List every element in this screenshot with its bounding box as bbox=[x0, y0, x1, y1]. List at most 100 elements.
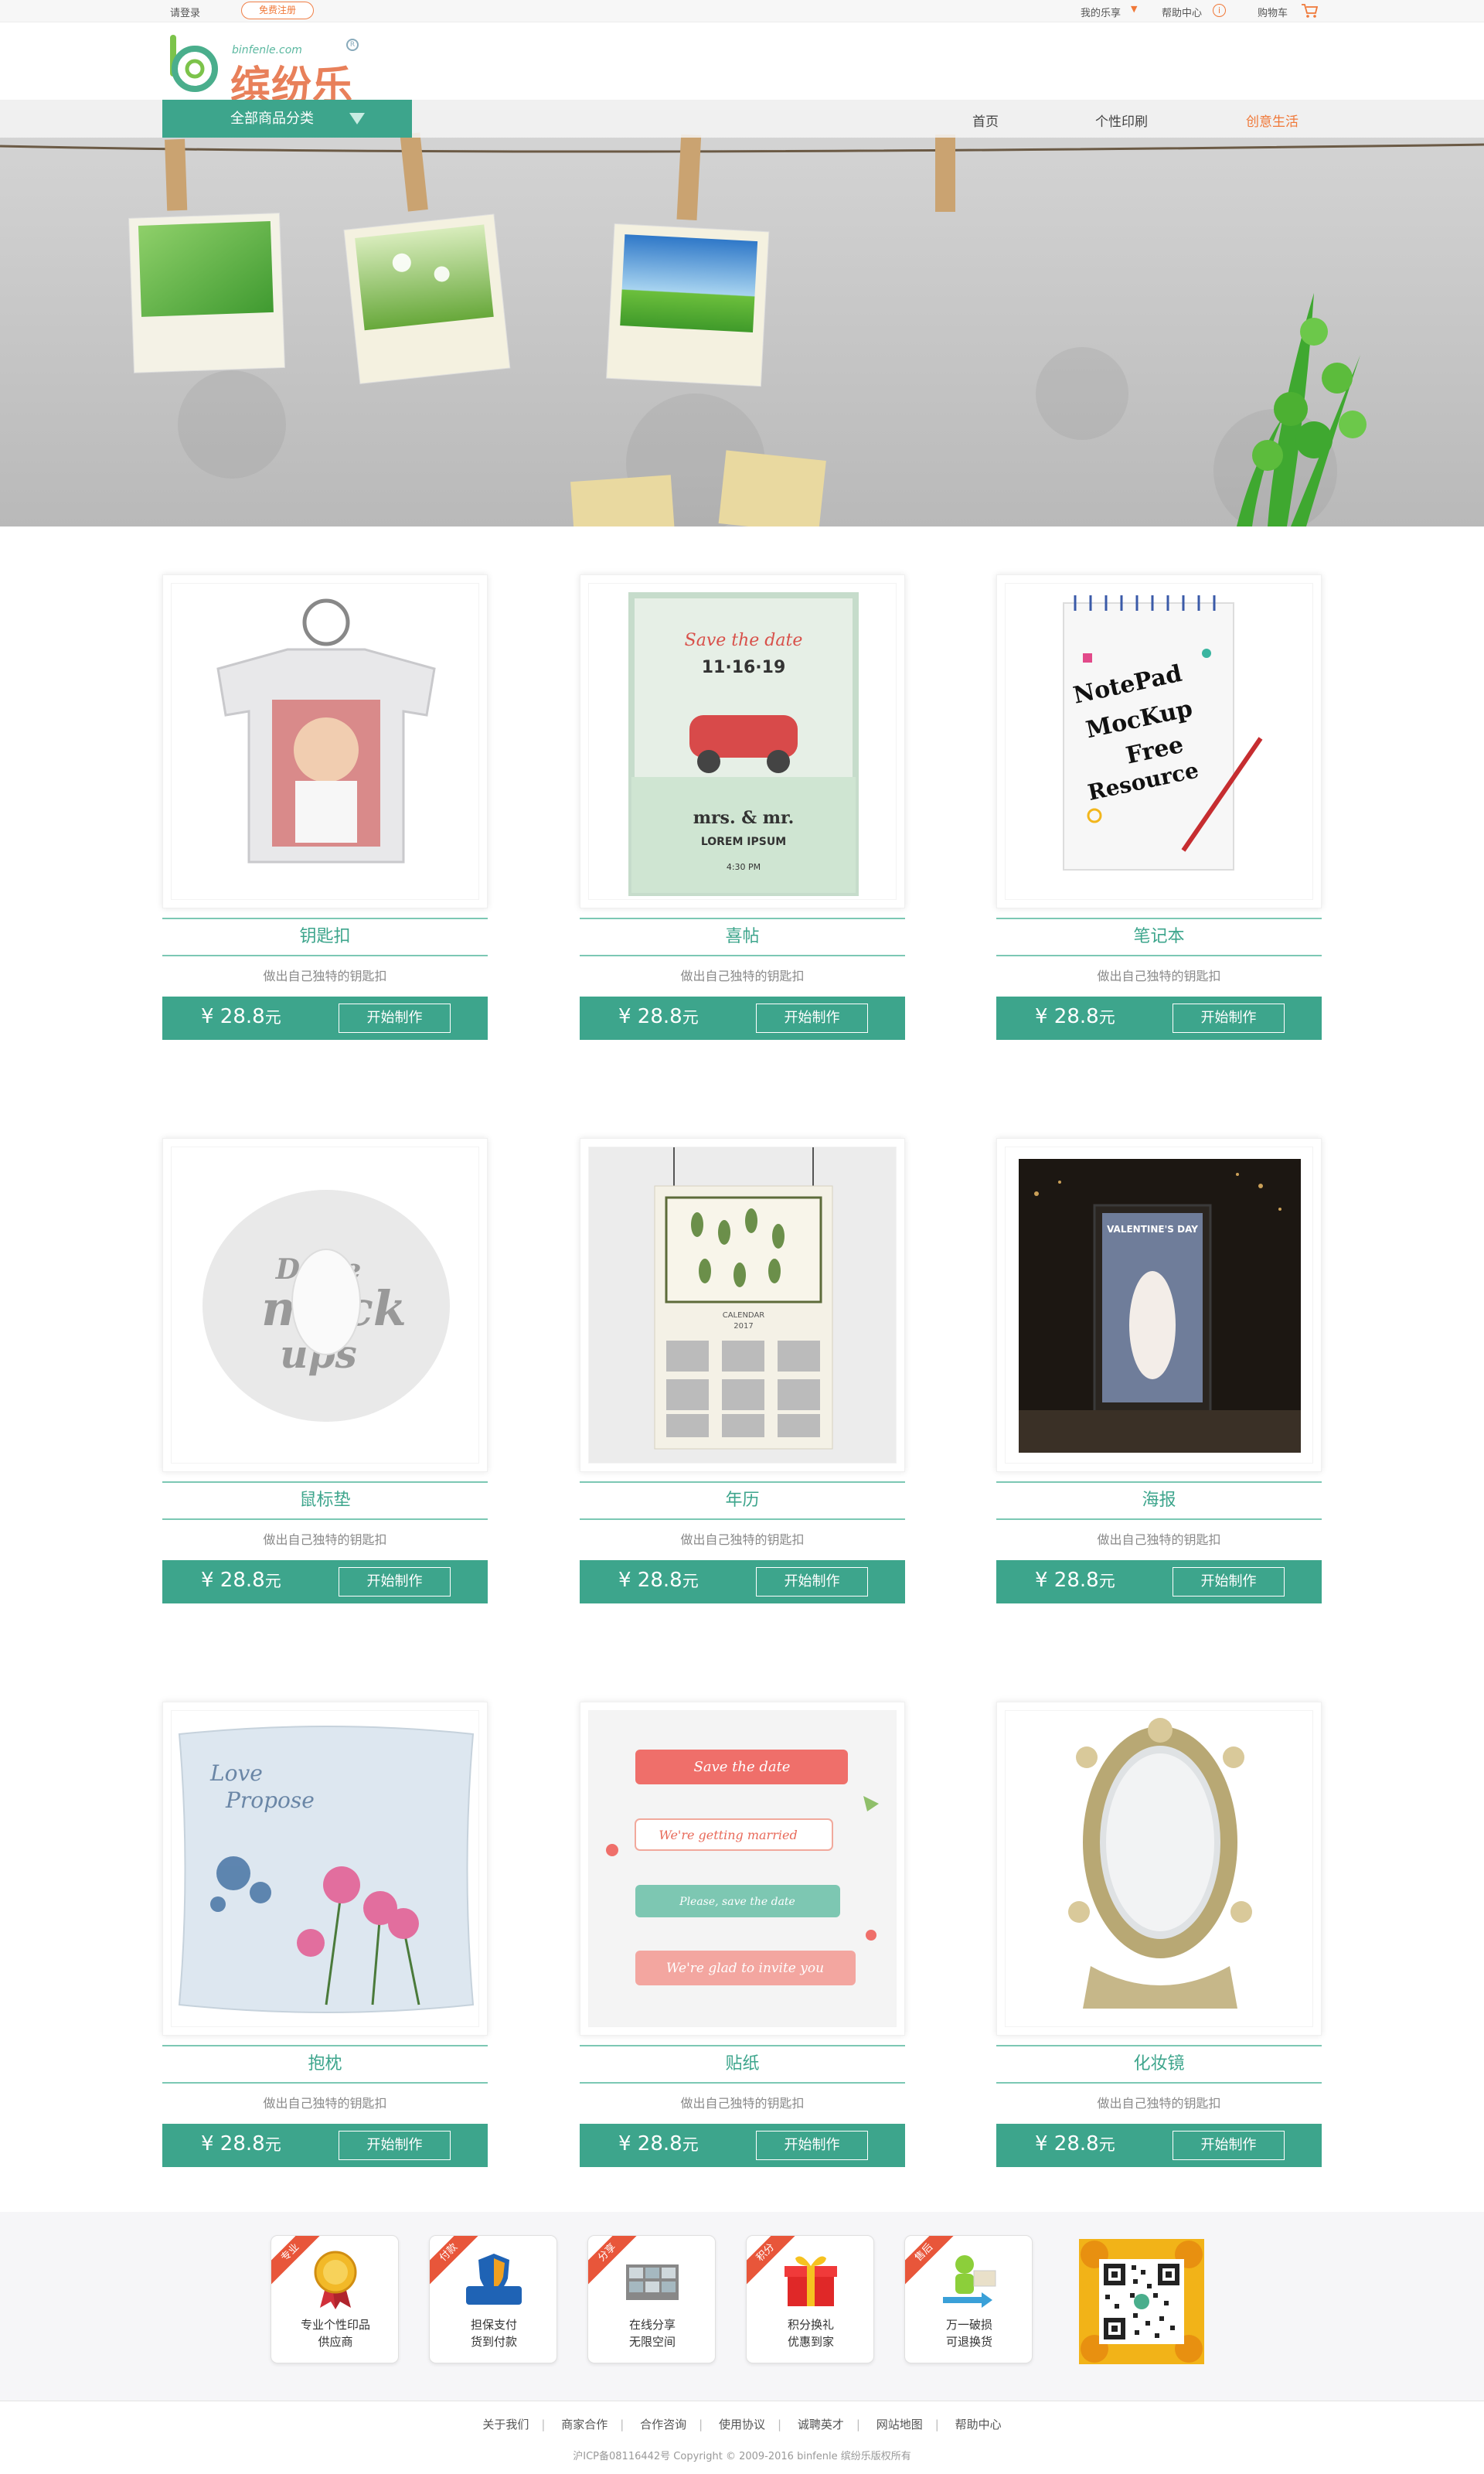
product-price: ¥ 28.8元 bbox=[618, 1005, 699, 1028]
mirror-image bbox=[1068, 1718, 1252, 2009]
product-desc: 做出自己独特的钥匙扣 bbox=[680, 1532, 805, 1547]
footer-link-careers[interactable]: 诚聘英才 bbox=[798, 2418, 844, 2431]
category-menu-button[interactable]: 全部商品分类 bbox=[162, 100, 412, 138]
help-center-link[interactable]: 帮助中心 bbox=[1162, 5, 1202, 19]
product-desc: 做出自己独特的钥匙扣 bbox=[1097, 969, 1221, 983]
login-link[interactable]: 请登录 bbox=[170, 5, 200, 19]
hero-illustration bbox=[0, 100, 1484, 526]
product-grid: 钥匙扣 做出自己独特的钥匙扣 ¥ 28.8元 开始制作 Save the dat… bbox=[0, 526, 1484, 2212]
start-making-button[interactable]: 开始制作 bbox=[1173, 1004, 1285, 1033]
start-making-button[interactable]: 开始制作 bbox=[756, 1004, 868, 1033]
feature-line1: 在线分享 bbox=[628, 2318, 676, 2332]
start-making-button[interactable]: 开始制作 bbox=[756, 2131, 868, 2160]
cart-icon[interactable] bbox=[1301, 3, 1318, 19]
notebook-image: NotePad MocKup Free Resource bbox=[1063, 595, 1263, 871]
main-nav: 全部商品分类 首页 个性印刷 创意生活 bbox=[0, 100, 1484, 138]
footer-separator: | bbox=[699, 2418, 703, 2431]
product-image-frame[interactable] bbox=[162, 574, 488, 908]
product-image-frame[interactable]: Love Propose bbox=[162, 1702, 488, 2036]
nav-creative-life[interactable]: 创意生活 bbox=[1246, 111, 1298, 130]
feature-payment[interactable]: 付款 担保支付 货到付款 bbox=[429, 2235, 557, 2363]
product-price: ¥ 28.8元 bbox=[201, 2132, 281, 2155]
product-desc: 做出自己独特的钥匙扣 bbox=[680, 2096, 805, 2111]
stickers-image: Save the date We're getting married Plea… bbox=[589, 1711, 896, 2026]
invitation-date-text: 11·16·19 bbox=[702, 658, 786, 677]
footer-link-terms[interactable]: 使用协议 bbox=[719, 2418, 765, 2431]
invitation-time-text: 4:30 PM bbox=[727, 862, 761, 872]
start-making-button[interactable]: 开始制作 bbox=[756, 1567, 868, 1597]
start-making-button[interactable]: 开始制作 bbox=[1173, 1567, 1285, 1597]
product-price: ¥ 28.8元 bbox=[618, 2132, 699, 2155]
sticker-text-1: Save the date bbox=[694, 1759, 791, 1775]
triangle-down-icon bbox=[349, 113, 365, 124]
product-image-frame[interactable]: NotePad MocKup Free Resource bbox=[996, 574, 1322, 908]
nav-custom-print[interactable]: 个性印刷 bbox=[1095, 111, 1148, 130]
chevron-down-icon[interactable]: ▼ bbox=[1131, 4, 1137, 14]
footer-link-help[interactable]: 帮助中心 bbox=[955, 2418, 1002, 2431]
invitation-couple-text: mrs. & mr. bbox=[693, 808, 795, 828]
start-making-button[interactable]: 开始制作 bbox=[339, 1567, 451, 1597]
cart-link[interactable]: 购物车 bbox=[1258, 5, 1288, 19]
product-name[interactable]: 抱枕 bbox=[162, 2045, 488, 2084]
product-name[interactable]: 笔记本 bbox=[996, 918, 1322, 956]
footer-link-sitemap[interactable]: 网站地图 bbox=[876, 2418, 923, 2431]
product-price: ¥ 28.8元 bbox=[1035, 1569, 1115, 1592]
site-logo[interactable]: binfenle.com 缤纷乐 R bbox=[168, 30, 371, 110]
feature-professional[interactable]: 专业 专业个性印品 供应商 bbox=[271, 2235, 399, 2363]
product-card: CALENDAR 2017 年历 做出自己独特的钥匙扣 ¥ 28.8元 开始制作 bbox=[580, 1090, 905, 1603]
product-image-frame[interactable] bbox=[996, 1702, 1322, 2036]
product-price: ¥ 28.8元 bbox=[1035, 2132, 1115, 2155]
pillow-image: Love Propose bbox=[178, 1726, 475, 2013]
product-card: Save the date We're getting married Plea… bbox=[580, 1654, 905, 2167]
footer-link-consult[interactable]: 合作咨询 bbox=[640, 2418, 686, 2431]
qr-code-icon[interactable] bbox=[1079, 2239, 1204, 2364]
product-name[interactable]: 鼠标垫 bbox=[162, 1481, 488, 1520]
product-card: 化妆镜 做出自己独特的钥匙扣 ¥ 28.8元 开始制作 bbox=[996, 1654, 1322, 2167]
feature-line1: 万一破损 bbox=[945, 2318, 992, 2332]
product-image-frame[interactable]: Save the date 11·16·19 mrs. & mr. LOREM … bbox=[580, 574, 905, 908]
feature-line1: 积分换礼 bbox=[787, 2318, 834, 2332]
feature-share[interactable]: 分享 在线分享 无限空间 bbox=[587, 2235, 716, 2363]
sticker-text-4: We're glad to invite you bbox=[666, 1961, 824, 1976]
footer-separator: | bbox=[934, 2418, 939, 2431]
product-image-frame[interactable]: De ve mock ups bbox=[162, 1138, 488, 1472]
product-desc: 做出自己独特的钥匙扣 bbox=[263, 969, 387, 983]
product-name[interactable]: 钥匙扣 bbox=[162, 918, 488, 956]
hero-banner: 全部商品分类 首页 个性印刷 创意生活 bbox=[0, 100, 1484, 526]
product-image-frame[interactable]: VALENTINE'S DAY bbox=[996, 1138, 1322, 1472]
pillow-line1: Love bbox=[209, 1760, 263, 1786]
product-image-frame[interactable]: CALENDAR 2017 bbox=[580, 1138, 905, 1472]
feature-line2: 优惠到家 bbox=[787, 2335, 834, 2349]
product-card: NotePad MocKup Free Resource 笔记本 做出自己独特的… bbox=[996, 526, 1322, 1040]
product-name[interactable]: 化妆镜 bbox=[996, 2045, 1322, 2084]
start-making-button[interactable]: 开始制作 bbox=[1173, 2131, 1285, 2160]
register-button[interactable]: 免费注册 bbox=[241, 2, 314, 19]
product-card: De ve mock ups 鼠标垫 做出自己独特的钥匙扣 ¥ 28.8元 开始… bbox=[162, 1090, 488, 1603]
product-desc: 做出自己独特的钥匙扣 bbox=[680, 969, 805, 983]
invitation-save-text: Save the date bbox=[685, 631, 803, 650]
product-image-frame[interactable]: Save the date We're getting married Plea… bbox=[580, 1702, 905, 2036]
price-bar: ¥ 28.8元 开始制作 bbox=[996, 997, 1322, 1040]
product-name[interactable]: 年历 bbox=[580, 1481, 905, 1520]
feature-returns[interactable]: 售后 万一破损 可退换货 bbox=[904, 2235, 1033, 2363]
product-name[interactable]: 海报 bbox=[996, 1481, 1322, 1520]
product-name[interactable]: 喜帖 bbox=[580, 918, 905, 956]
category-label: 全部商品分类 bbox=[230, 111, 314, 127]
my-account-link[interactable]: 我的乐享 bbox=[1081, 5, 1121, 19]
start-making-button[interactable]: 开始制作 bbox=[339, 1004, 451, 1033]
return-icon bbox=[943, 2255, 996, 2308]
price-bar: ¥ 28.8元 开始制作 bbox=[996, 1560, 1322, 1603]
start-making-button[interactable]: 开始制作 bbox=[339, 2131, 451, 2160]
footer-link-about[interactable]: 关于我们 bbox=[482, 2418, 529, 2431]
footer-separator: | bbox=[856, 2418, 860, 2431]
share-icon bbox=[626, 2264, 679, 2300]
footer-link-merchant[interactable]: 商家合作 bbox=[561, 2418, 608, 2431]
feature-points[interactable]: 积分 积分换礼 优惠到家 bbox=[746, 2235, 874, 2363]
sticker-text-2: We're getting married bbox=[659, 1828, 797, 1842]
registered-mark-icon: R bbox=[346, 39, 359, 51]
product-name[interactable]: 贴纸 bbox=[580, 2045, 905, 2084]
product-desc: 做出自己独特的钥匙扣 bbox=[1097, 2096, 1221, 2111]
product-price: ¥ 28.8元 bbox=[1035, 1005, 1115, 1028]
price-bar: ¥ 28.8元 开始制作 bbox=[996, 2124, 1322, 2167]
nav-home[interactable]: 首页 bbox=[972, 111, 999, 130]
